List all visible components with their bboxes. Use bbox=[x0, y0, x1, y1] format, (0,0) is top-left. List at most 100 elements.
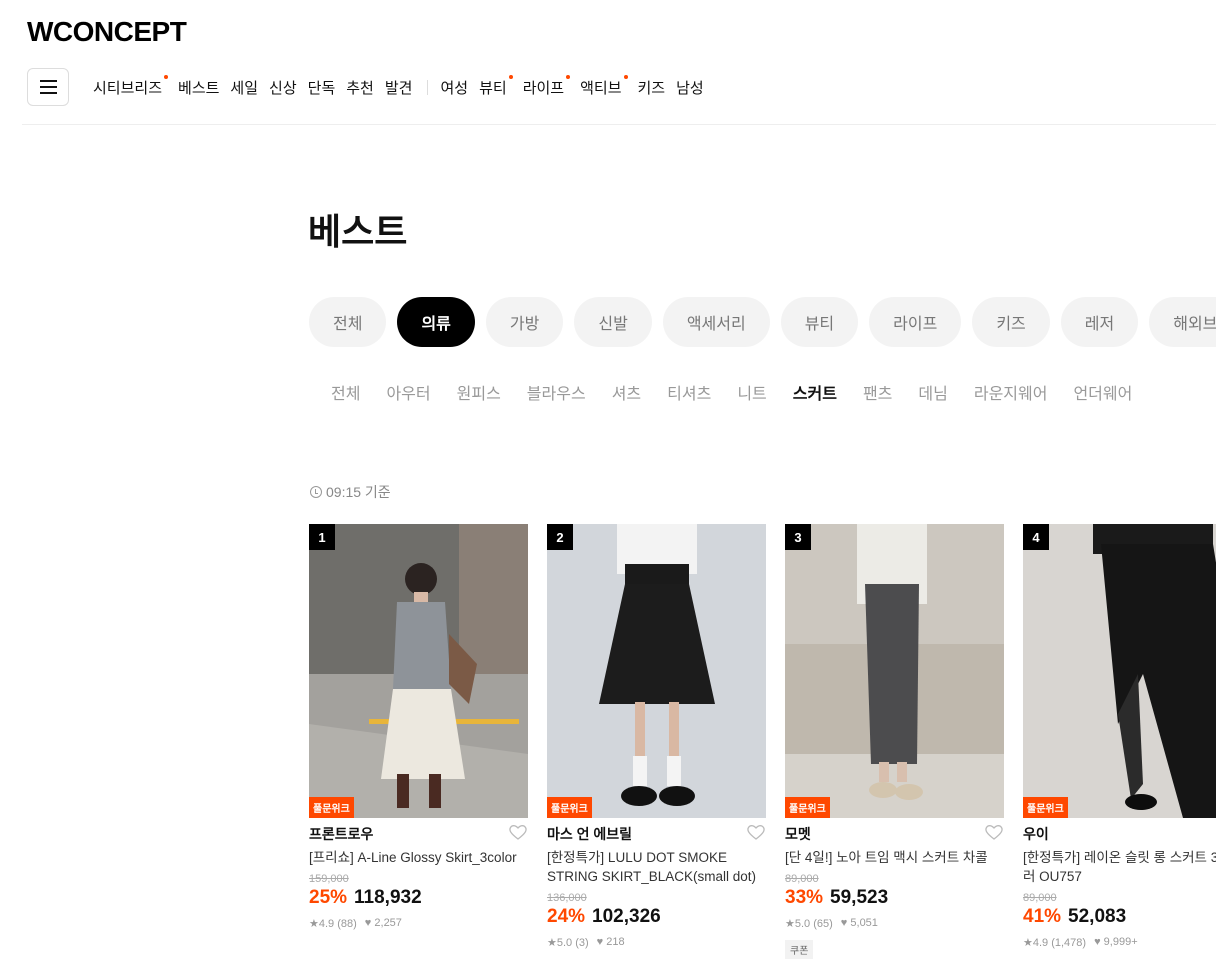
category-tab[interactable]: 신발 bbox=[574, 297, 652, 347]
new-dot bbox=[566, 74, 571, 79]
subcategory-tab[interactable]: 라운지웨어 bbox=[974, 380, 1048, 404]
subcategory-tab[interactable]: 데님 bbox=[918, 380, 947, 404]
heart-icon[interactable] bbox=[508, 823, 528, 846]
gnb-item[interactable]: 베스트 bbox=[178, 77, 219, 98]
product-name[interactable]: [프리쇼] A-Line Glossy Skirt_3color bbox=[309, 848, 528, 867]
category-tab[interactable]: 전체 bbox=[309, 297, 387, 347]
category-tab[interactable]: 뷰티 bbox=[780, 297, 859, 347]
hamburger-menu-button[interactable] bbox=[27, 68, 69, 106]
product-card[interactable]: 1 풀문위크프론트로우 [프리쇼] A-Line Glossy Skirt_3col… bbox=[309, 524, 528, 930]
new-dot bbox=[508, 74, 513, 79]
star-icon: ★ bbox=[1023, 937, 1033, 949]
gnb-item[interactable]: 신상 bbox=[269, 77, 297, 98]
clock-icon bbox=[310, 486, 322, 498]
heart-filled-icon: ♥ bbox=[364, 917, 375, 929]
heart-filled-icon: ♥ bbox=[596, 936, 607, 948]
gnb-separator bbox=[427, 79, 429, 95]
coupon-badge: 쿠폰 bbox=[785, 940, 814, 959]
product-card[interactable]: 4 풀문위크 우이 [한정특가] 레이온 슬릿 롱 스커트 3컬러 OU757 89,0… bbox=[1023, 524, 1216, 949]
brand-name[interactable]: 마스 언 에브릴 bbox=[547, 824, 632, 844]
product-meta: ★5.0 (3) ♥ 218 bbox=[547, 936, 766, 949]
rating-value: 4.9 (1,478) bbox=[1032, 937, 1087, 949]
subcategory-tab[interactable]: 니트 bbox=[737, 380, 766, 404]
heart-filled-icon: ♥ bbox=[840, 917, 851, 929]
gnb-items: 시티브리즈 베스트 세일 신상 단독 추천 발견 여성 뷰티 라이프 액티브 키즈 남성 bbox=[93, 74, 715, 98]
sale-price: 52,083 bbox=[1068, 906, 1127, 927]
gnb-item[interactable]: 시티브리즈 bbox=[93, 74, 169, 98]
subcategory-tab[interactable]: 언더웨어 bbox=[1073, 380, 1132, 404]
product-card[interactable]: 3 풀문위크 모멧 [단 4일!] 노아 트임 맥시 스커트 차콜 89,000 33% 5… bbox=[785, 524, 1004, 959]
promo-badge: 풀문위크 bbox=[785, 797, 830, 818]
gnb-item[interactable]: 뷰티 bbox=[479, 74, 513, 98]
rating: ★5.0 (3) bbox=[547, 936, 589, 949]
brand-row: 프론트로우 bbox=[309, 824, 528, 844]
subcategory-tab[interactable]: 셔츠 bbox=[612, 380, 641, 404]
product-image[interactable]: 3 풀문위크 bbox=[785, 524, 1004, 818]
heart-filled-icon: ♥ bbox=[1094, 936, 1104, 948]
category-tab[interactable]: 레저 bbox=[1060, 297, 1139, 347]
update-time-text: 09:15 기준 bbox=[326, 484, 391, 500]
subcategory-tab[interactable]: 전체 bbox=[331, 380, 360, 404]
new-dot bbox=[623, 74, 628, 79]
rank-badge: 3 bbox=[785, 524, 811, 550]
menu-icon-line bbox=[39, 86, 57, 88]
gnb-item[interactable]: 세일 bbox=[230, 77, 258, 98]
subcategory-tabs: 전체 아우터 원피스 블라우스 셔츠 티셔츠 니트 스커트 팬츠 데님 라운지웨어 언더웨어 bbox=[331, 380, 1158, 404]
gnb-item[interactable]: 키즈 bbox=[638, 77, 666, 98]
gnb-item[interactable]: 여성 bbox=[440, 77, 468, 98]
rank-badge: 2 bbox=[547, 524, 573, 550]
discount-rate: 33% bbox=[785, 887, 824, 908]
logo[interactable]: WCONCEPT bbox=[27, 16, 187, 48]
sale-price: 118,932 bbox=[354, 887, 422, 908]
brand-name[interactable]: 프론트로우 bbox=[309, 824, 373, 844]
category-tab[interactable]: 해외브 bbox=[1149, 297, 1216, 347]
subcategory-tab[interactable]: 티셔츠 bbox=[667, 380, 711, 404]
star-icon: ★ bbox=[309, 918, 319, 930]
likes-value: 218 bbox=[606, 936, 625, 948]
product-meta: ★4.9 (1,478) ♥ 9,999+ bbox=[1023, 936, 1216, 949]
star-icon: ★ bbox=[547, 937, 557, 949]
rating: ★4.9 (88) bbox=[309, 917, 357, 930]
brand-row: 모멧 bbox=[785, 824, 1004, 844]
rating-value: 5.0 (3) bbox=[556, 937, 589, 949]
product-meta: ★4.9 (88) ♥ 2,257 bbox=[309, 917, 528, 930]
likes: ♥ 2,257 bbox=[365, 917, 402, 930]
subcategory-tab[interactable]: 팬츠 bbox=[863, 380, 892, 404]
rating-value: 5.0 (65) bbox=[794, 918, 833, 930]
category-tab[interactable]: 가방 bbox=[485, 297, 564, 347]
category-tab[interactable]: 키즈 bbox=[972, 297, 1050, 347]
price-row: 25% 118,932 bbox=[309, 887, 528, 909]
subcategory-tab[interactable]: 블라우스 bbox=[527, 380, 586, 404]
gnb-item[interactable]: 단독 bbox=[308, 77, 336, 98]
sale-price: 102,326 bbox=[592, 906, 661, 927]
subcategory-tab[interactable]: 원피스 bbox=[457, 380, 501, 404]
heart-icon[interactable] bbox=[984, 823, 1004, 846]
category-tab[interactable]: 액세서리 bbox=[662, 297, 770, 347]
gnb-item[interactable]: 발견 bbox=[385, 77, 413, 98]
gnb-item[interactable]: 라이프 bbox=[523, 74, 571, 98]
gnb-item[interactable]: 추천 bbox=[346, 77, 374, 98]
brand-name[interactable]: 우이 bbox=[1023, 824, 1049, 844]
global-nav: 시티브리즈 베스트 세일 신상 단독 추천 발견 여성 뷰티 라이프 액티브 키즈 남성 bbox=[27, 68, 715, 106]
category-tab[interactable]: 라이프 bbox=[869, 297, 962, 347]
gnb-item[interactable]: 액티브 bbox=[580, 74, 628, 98]
subcategory-tab[interactable]: 아우터 bbox=[386, 380, 430, 404]
product-image[interactable]: 4 풀문위크 bbox=[1023, 524, 1216, 818]
brand-name[interactable]: 모멧 bbox=[785, 824, 811, 844]
gnb-item[interactable]: 남성 bbox=[676, 77, 704, 98]
rank-badge: 1 bbox=[309, 524, 335, 550]
subcategory-tab[interactable]: 스커트 bbox=[793, 380, 837, 404]
product-image[interactable]: 1 풀문위크 bbox=[309, 524, 528, 818]
product-card[interactable]: 2 풀문위크마스 언 에브릴 [한정특가] LULU DOT SMOKE STRIN… bbox=[547, 524, 766, 949]
category-tab[interactable]: 의류 bbox=[397, 297, 475, 347]
likes: ♥ 9,999+ bbox=[1094, 936, 1138, 949]
menu-icon-line bbox=[39, 92, 57, 94]
product-name[interactable]: [한정특가] LULU DOT SMOKE STRING SKIRT_BLACK… bbox=[547, 848, 766, 886]
brand-row: 마스 언 에브릴 bbox=[547, 824, 766, 844]
product-name[interactable]: [단 4일!] 노아 트임 맥시 스커트 차콜 bbox=[785, 848, 1004, 867]
brand-row: 우이 bbox=[1023, 824, 1216, 844]
product-name[interactable]: [한정특가] 레이온 슬릿 롱 스커트 3컬러 OU757 bbox=[1023, 848, 1216, 886]
product-image[interactable]: 2 풀문위크 bbox=[547, 524, 766, 818]
heart-icon[interactable] bbox=[746, 823, 766, 846]
new-dot bbox=[164, 74, 169, 79]
